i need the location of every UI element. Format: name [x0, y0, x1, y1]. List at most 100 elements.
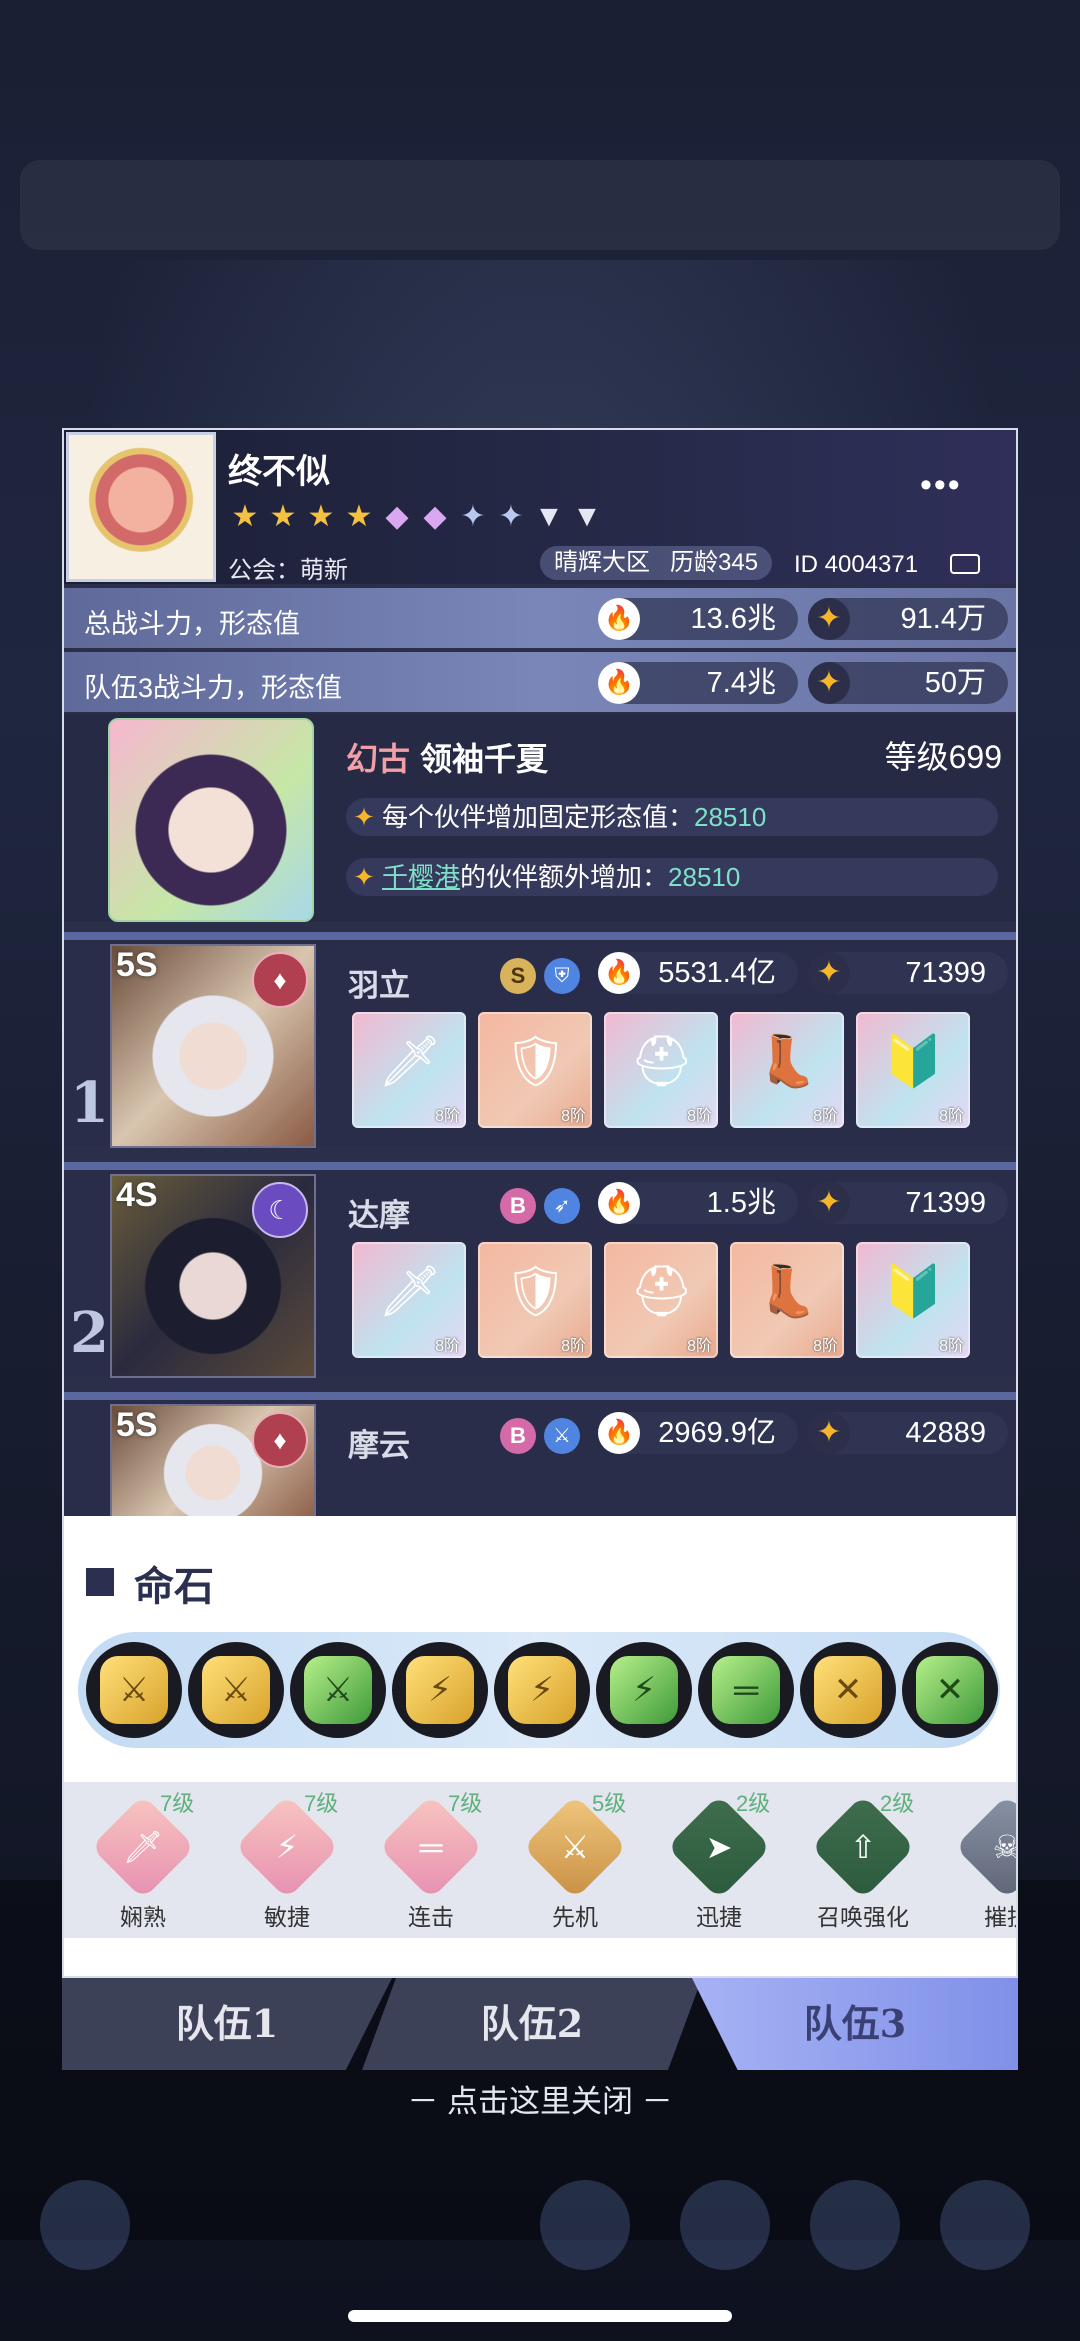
helmet-icon: ⛑ — [630, 1263, 694, 1319]
blade-icon: ═ — [419, 1829, 443, 1865]
skill-item[interactable]: ➤ 2级 迅捷 — [662, 1791, 792, 1934]
leader-card: 幻古 领袖千夏 等级699 ✦ 每个伙伴增加固定形态值：28510 ✦ 千樱港的伙伴额… — [64, 714, 1016, 922]
star-tier: 4S — [116, 1176, 158, 1214]
helmet-slot[interactable]: ⛑ 8阶 — [604, 1012, 718, 1128]
rank-badge: B — [500, 1188, 536, 1224]
flame-icon: 🔥 — [598, 598, 640, 640]
lightning-rune-icon: ⚡ — [610, 1656, 678, 1724]
team-member-row[interactable]: 5S ♦ 摩云 B ⚔ 🔥 2969.9亿 ✦ 42889 — [64, 1392, 1016, 1530]
cross-swords-icon: ⚔ — [560, 1829, 590, 1865]
copy-id-icon[interactable] — [950, 554, 980, 574]
close-hint[interactable]: － 点击这里关闭 － — [0, 2076, 1080, 2121]
sword-icon: 🗡 — [122, 1829, 164, 1865]
boots-slot[interactable]: 👢 8阶 — [730, 1242, 844, 1358]
leader-bonus-2: ✦ 千樱港的伙伴额外增加：28510 — [346, 858, 998, 896]
skill-item[interactable]: ═ 7级 连击 — [374, 1791, 504, 1934]
weapon-slot[interactable]: 🗡 8阶 — [352, 1012, 466, 1128]
sword-icon: 🗡 — [378, 1033, 442, 1089]
section-marker — [86, 1568, 114, 1596]
skill-item[interactable]: ☠ 摧抗 — [950, 1794, 1016, 1934]
tab-team-3[interactable]: 队伍3 — [692, 1978, 1018, 2070]
tab-team-2[interactable]: 队伍2 — [362, 1978, 702, 2070]
armor-slot[interactable]: 🛡 8阶 — [478, 1012, 592, 1128]
team-member-row[interactable]: 1 5S ♦ 羽立 S ⛨ 🔥 5531.4亿 ✦ 71399 🗡 8阶 🛡 8阶 … — [64, 932, 1016, 1148]
home-indicator[interactable] — [348, 2310, 732, 2322]
skill-item[interactable]: 🗡 7级 娴熟 — [86, 1791, 216, 1934]
total-form-value: 91.4万 — [900, 603, 986, 635]
stone-slot[interactable]: ⚡ — [494, 1642, 590, 1738]
bg-header-blur — [20, 160, 1060, 250]
stone-slot[interactable]: ═ — [698, 1642, 794, 1738]
server-badge: 晴辉大区 历龄345 — [540, 546, 773, 580]
place-link[interactable]: 千樱港 — [382, 862, 460, 892]
rank-badge: B — [500, 1418, 536, 1454]
slot-number: 1 — [70, 1070, 109, 1136]
stone-slot[interactable]: ✕ — [902, 1642, 998, 1738]
weapon-slot[interactable]: 🗡 8阶 — [352, 1242, 466, 1358]
armor-slot[interactable]: 🛡 8阶 — [478, 1242, 592, 1358]
team-tabs: 队伍1 队伍2 队伍3 — [62, 1978, 1018, 2070]
blade-rune-icon: ═ — [712, 1656, 780, 1724]
player-id: ID 4004371 — [794, 551, 919, 578]
star-icon: ◆ — [385, 500, 409, 533]
mingshi-title: 命石 — [134, 1565, 214, 1609]
emblem-icon: 🔰 — [882, 1263, 945, 1319]
stone-slot[interactable]: ⚔ — [188, 1642, 284, 1738]
leader-portrait[interactable] — [108, 718, 314, 922]
sparkle-icon: ✦ — [808, 952, 850, 994]
hero-portrait[interactable]: 4S ☾ — [110, 1174, 316, 1378]
sparkle-icon: ✦ — [353, 802, 375, 832]
leader-tag: 幻古 — [346, 741, 411, 777]
armor-icon: 🛡 — [504, 1263, 568, 1319]
star-tier: 5S — [116, 1406, 158, 1444]
sparkle-icon: ✦ — [353, 862, 375, 892]
fire-element-icon: ♦ — [252, 1412, 308, 1468]
team-form-pill: ✦ 50万 — [808, 662, 1008, 704]
skill-item[interactable]: ⚡ 7级 敏捷 — [230, 1791, 360, 1934]
lightning-rune-icon: ⚡ — [406, 1656, 474, 1724]
star-icon: ▼ — [572, 500, 602, 533]
stone-slot[interactable]: ⚔ — [86, 1642, 182, 1738]
fire-element-icon: ♦ — [252, 952, 308, 1008]
star-icon: ✦ — [460, 500, 486, 533]
star-icon: ✦ — [498, 500, 524, 533]
boot-icon: 👢 — [756, 1033, 819, 1089]
hero-power-pill: 🔥 1.5兆 — [598, 1182, 798, 1224]
boots-slot[interactable]: 👢 8阶 — [730, 1012, 844, 1128]
sword-icon: 🗡 — [378, 1263, 442, 1319]
hero-name: 羽立 — [348, 968, 410, 1003]
server-name: 晴辉大区 — [554, 549, 650, 576]
skill-strip: 🗡 7级 娴熟 ⚡ 7级 敏捷 ═ 7级 连击 ⚔ 5级 先机 ➤ 2级 迅捷 ⇧ 2级召… — [64, 1782, 1016, 1938]
account-age: 历龄345 — [670, 549, 759, 576]
player-avatar[interactable] — [66, 432, 216, 582]
stone-slot[interactable]: ⚡ — [392, 1642, 488, 1738]
mingshi-section: 命石 ⚔ ⚔ ⚔ ⚡ ⚡ ⚡ ═ ✕ ✕ 🗡 7级 娴熟 ⚡ 7级 敏捷 ═ 7级连… — [64, 1516, 1016, 1976]
hero-form-pill: ✦ 71399 — [808, 1182, 1008, 1224]
star-icon: ★ — [231, 500, 259, 533]
hero-portrait[interactable]: 5S ♦ — [110, 944, 316, 1148]
more-options-button[interactable]: ••• — [920, 466, 962, 505]
sparkle-icon: ✦ — [808, 1182, 850, 1224]
lightning-rune-icon: ⚡ — [508, 1656, 576, 1724]
stone-slot[interactable]: ⚔ — [290, 1642, 386, 1738]
accessory-slot[interactable]: 🔰 8阶 — [856, 1012, 970, 1128]
team-power-value: 7.4兆 — [706, 667, 776, 699]
stone-slot[interactable]: ✕ — [800, 1642, 896, 1738]
helmet-slot[interactable]: ⛑ 8阶 — [604, 1242, 718, 1358]
skill-item[interactable]: ⚔ 5级 先机 — [518, 1791, 648, 1934]
hero-portrait[interactable]: 5S ♦ — [110, 1404, 316, 1530]
star-icon: ★ — [307, 500, 335, 533]
hero-form-pill: ✦ 71399 — [808, 952, 1008, 994]
team-member-row[interactable]: 2 4S ☾ 达摩 B ➶ 🔥 1.5兆 ✦ 71399 🗡 8阶 🛡 8阶 ⛑ 8阶… — [64, 1162, 1016, 1378]
flame-icon: 🔥 — [598, 1182, 640, 1224]
slot-number: 2 — [70, 1300, 109, 1366]
skill-item[interactable]: ⇧ 2级 召唤强化 — [806, 1791, 936, 1934]
leader-level: 等级699 — [884, 739, 1002, 775]
sparkle-icon: ✦ — [808, 662, 850, 704]
stone-slot[interactable]: ⚡ — [596, 1642, 692, 1738]
total-power-bar: 总战斗力，形态值 🔥 13.6兆 ✦ 91.4万 — [64, 588, 1016, 648]
bg-nav-icon — [680, 2180, 770, 2270]
accessory-slot[interactable]: 🔰 8阶 — [856, 1242, 970, 1358]
bg-nav-icon — [810, 2180, 900, 2270]
tab-team-1[interactable]: 队伍1 — [62, 1978, 392, 2070]
